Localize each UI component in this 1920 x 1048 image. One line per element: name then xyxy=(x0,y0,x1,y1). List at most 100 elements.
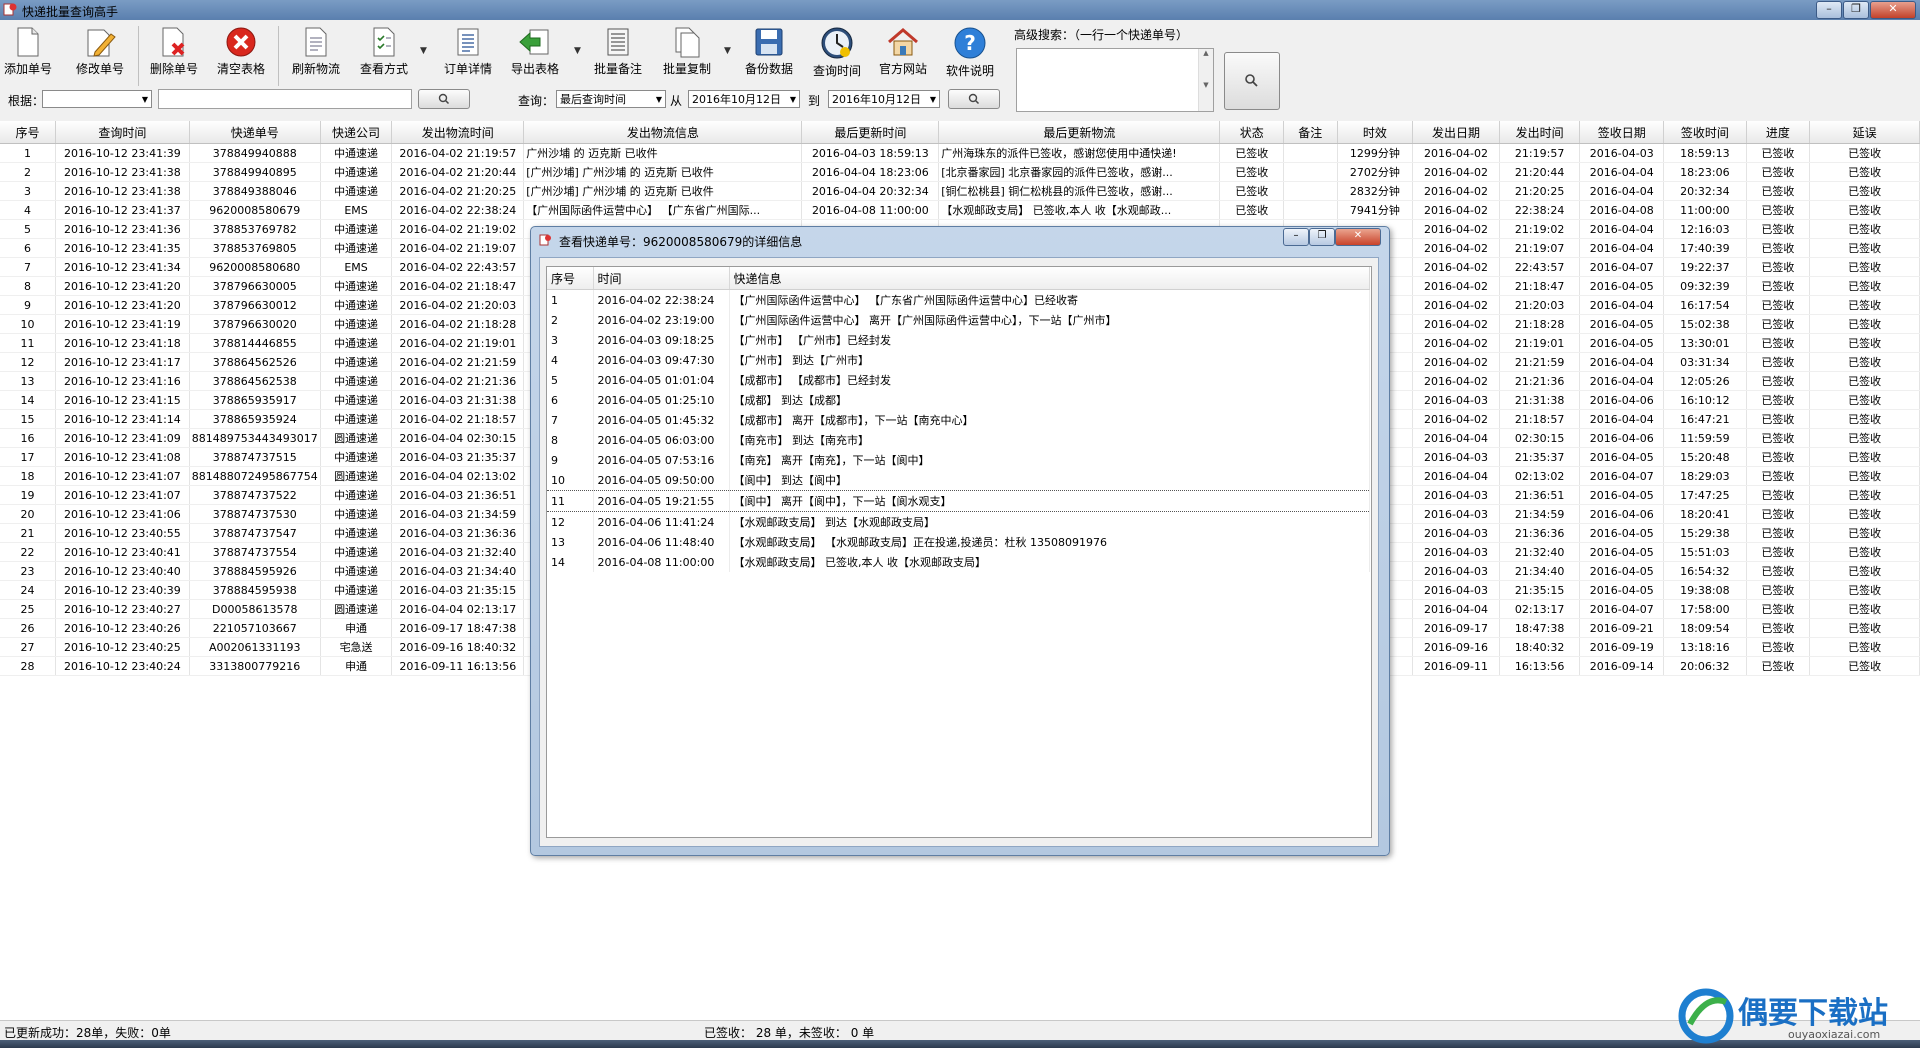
help-button[interactable]: ? 软件说明 xyxy=(942,26,998,90)
query-search-button[interactable] xyxy=(948,89,1000,109)
table-cell: 2016-10-12 23:41:20 xyxy=(55,276,190,296)
table-cell: 中通速递 xyxy=(320,143,393,163)
batch-copy-button-label: 批量复制 xyxy=(662,62,711,76)
batch-copy-button[interactable]: 批量复制 xyxy=(658,26,716,90)
query-combo[interactable]: 最后查询时间 ▼ xyxy=(556,90,666,108)
detail-dialog-title: 查看快递单号：9620008580679的详细信息 xyxy=(559,235,803,249)
table-cell: 已签收 xyxy=(1746,295,1811,315)
column-header[interactable]: 时效 xyxy=(1337,121,1414,144)
column-header[interactable]: 进度 xyxy=(1746,121,1811,144)
minimize-icon[interactable]: – xyxy=(1283,228,1309,246)
column-header[interactable]: 快递单号 xyxy=(189,121,321,144)
detail-row[interactable]: 12 2016-04-06 11:41:24 【水观邮政支局】 到达【水观邮政支局】 xyxy=(547,511,1370,532)
column-header[interactable]: 发出日期 xyxy=(1412,121,1500,144)
from-date-picker[interactable]: 2016年10月12日 ▼ xyxy=(688,90,800,108)
column-header[interactable]: 最后更新物流 xyxy=(938,121,1221,144)
maximize-icon[interactable]: ❐ xyxy=(1843,1,1869,19)
batch-copy-dropdown-icon[interactable]: ▼ xyxy=(724,46,731,56)
table-cell: 圆通速递 xyxy=(320,599,393,619)
refresh-button-label: 刷新物流 xyxy=(291,62,340,76)
detail-row[interactable]: 14 2016-04-08 11:00:00 【水观邮政支局】 已签收,本人 收【水… xyxy=(547,552,1370,572)
detail-row[interactable]: 9 2016-04-05 07:53:16 【南充】 离开【南充】，下一站【阆中】 xyxy=(547,450,1370,470)
detail-row[interactable]: 8 2016-04-05 06:03:00 【南充市】 到达【南充市】 xyxy=(547,430,1370,450)
column-header[interactable]: 最后更新时间 xyxy=(801,121,940,144)
query-time-button[interactable]: 查询时间 xyxy=(808,26,866,90)
column-header[interactable]: 发出物流信息 xyxy=(523,121,803,144)
table-cell: 2016-04-06 xyxy=(1579,428,1665,448)
filter-combo[interactable]: ▼ xyxy=(42,90,152,108)
to-date-picker[interactable]: 2016年10月12日 ▼ xyxy=(828,90,940,108)
table-cell: 17 xyxy=(0,447,56,467)
table-cell: 21:20:03 xyxy=(1499,295,1581,315)
detail-row[interactable]: 10 2016-04-05 09:50:00 【阆中】 到达【阆中】 xyxy=(547,470,1370,491)
window-title: 快递批量查询高手 xyxy=(22,5,119,19)
order-detail-button[interactable]: 订单详情 xyxy=(438,26,498,90)
table-cell: [广州沙埔] 广州沙埔 的 迈克斯 已收件 xyxy=(523,162,803,182)
detail-row[interactable]: 6 2016-04-05 01:25:10 【成都】 到达【成都】 xyxy=(547,390,1370,410)
export-dropdown-icon[interactable]: ▼ xyxy=(574,46,581,56)
column-header[interactable]: 备注 xyxy=(1283,121,1338,144)
detail-row[interactable]: 7 2016-04-05 01:45:32 【成都市】 离开【成都市】，下一站【南充… xyxy=(547,410,1370,430)
refresh-button[interactable]: 刷新物流 xyxy=(286,26,346,90)
column-header[interactable]: 快递公司 xyxy=(320,121,393,144)
detail-row[interactable]: 4 2016-04-03 09:47:30 【广州市】 到达【广州市】 xyxy=(547,350,1370,370)
detail-row[interactable]: 13 2016-04-06 11:48:40 【水观邮政支局】 【水观邮政支局】正在… xyxy=(547,532,1370,552)
detail-row[interactable]: 3 2016-04-03 09:18:25 【广州市】 【广州市】已经封发 xyxy=(547,330,1370,350)
table-cell: 2016-04-03 21:36:36 xyxy=(391,523,525,543)
order-detail-button-label: 订单详情 xyxy=(443,62,492,76)
table-row[interactable]: 4 2016-10-12 23:41:37 9620008580679 EMS 2016… xyxy=(0,200,1920,220)
advanced-search-button[interactable] xyxy=(1224,52,1280,110)
detail-row[interactable]: 2 2016-04-02 23:19:00 【广州国际函件运营中心】 离开【广州国际… xyxy=(547,310,1370,330)
table-cell: 中通速递 xyxy=(320,409,393,429)
advanced-search-scrollbar[interactable]: ▲ ▼ xyxy=(1198,49,1213,111)
column-header[interactable]: 状态 xyxy=(1219,121,1285,144)
maximize-icon[interactable]: ❐ xyxy=(1309,228,1335,246)
table-row[interactable]: 2 2016-10-12 23:41:38 378849940895 中通速递 2016… xyxy=(0,162,1920,182)
column-header[interactable]: 延误 xyxy=(1809,121,1920,144)
table-cell: 2016-10-12 23:41:39 xyxy=(55,143,190,163)
column-header[interactable]: 查询时间 xyxy=(55,121,190,144)
edit-button[interactable]: 修改单号 xyxy=(72,26,128,90)
table-cell: 2016-04-05 xyxy=(1579,447,1665,467)
detail-cell: 2016-04-02 23:19:00 xyxy=(593,310,730,330)
table-cell: 2016-04-07 xyxy=(1579,466,1665,486)
detail-list[interactable]: 序号 时间 快递信息 1 2016-04-02 22:38:24 【广州国际函件运营中心… xyxy=(546,266,1372,838)
table-cell: 圆通速递 xyxy=(320,428,393,448)
export-button[interactable]: 导出表格 xyxy=(506,26,564,90)
detail-column-header[interactable]: 快递信息 xyxy=(729,267,1370,290)
table-row[interactable]: 3 2016-10-12 23:41:38 378849388046 中通速递 2016… xyxy=(0,181,1920,201)
column-header[interactable]: 签收日期 xyxy=(1579,121,1665,144)
table-row[interactable]: 1 2016-10-12 23:41:39 378849940888 中通速递 2016… xyxy=(0,143,1920,163)
table-cell: 2832分钟 xyxy=(1337,181,1414,201)
delete-button[interactable]: 删除单号 xyxy=(146,26,202,90)
backup-button[interactable]: 备份数据 xyxy=(740,26,798,90)
view-mode-dropdown-icon[interactable]: ▼ xyxy=(420,46,427,56)
view-mode-button[interactable]: 查看方式 xyxy=(356,26,412,90)
batch-note-button[interactable]: 批量备注 xyxy=(590,26,646,90)
table-cell: 3313800779216 xyxy=(189,656,321,676)
column-header[interactable]: 序号 xyxy=(0,121,56,144)
detail-cell: 5 xyxy=(547,370,594,390)
column-header[interactable]: 签收时间 xyxy=(1663,121,1747,144)
table-cell: 2016-04-04 xyxy=(1579,238,1665,258)
table-cell: 21:20:44 xyxy=(1499,162,1581,182)
advanced-search-input[interactable]: ▲ ▼ xyxy=(1016,48,1214,112)
detail-column-header[interactable]: 时间 xyxy=(593,267,730,290)
detail-row[interactable]: 1 2016-04-02 22:38:24 【广州国际函件运营中心】 【广东省广州国… xyxy=(547,289,1370,310)
filter-text-input[interactable] xyxy=(158,89,412,109)
detail-row[interactable]: 5 2016-04-05 01:01:04 【成都市】 【成都市】已经封发 xyxy=(547,370,1370,390)
clear-table-button[interactable]: 清空表格 xyxy=(212,26,270,90)
official-site-button[interactable]: 官方网站 xyxy=(874,26,932,90)
table-cell: 2016-04-04 xyxy=(1579,352,1665,372)
minimize-icon[interactable]: – xyxy=(1816,1,1842,19)
close-icon[interactable]: ✕ xyxy=(1870,1,1916,19)
detail-column-header[interactable]: 序号 xyxy=(547,267,594,290)
detail-row[interactable]: 11 2016-04-05 19:21:55 【阆中】 离开【阆中】，下一站【阆水观… xyxy=(547,490,1370,512)
table-cell: 2016-10-12 23:40:27 xyxy=(55,599,190,619)
column-header[interactable]: 发出物流时间 xyxy=(391,121,525,144)
column-header[interactable]: 发出时间 xyxy=(1499,121,1581,144)
add-button[interactable]: 添加单号 xyxy=(2,26,54,90)
close-icon[interactable]: ✕ xyxy=(1335,228,1381,246)
chevron-down-icon: ▼ xyxy=(141,95,148,104)
filter-search-button[interactable] xyxy=(418,89,470,109)
